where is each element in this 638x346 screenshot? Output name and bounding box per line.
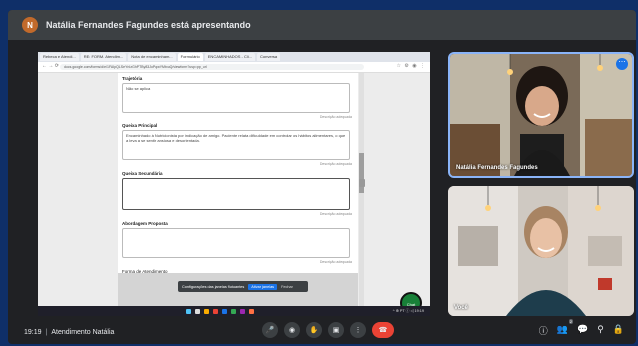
field-note: Descrição adequada: [319, 162, 352, 166]
browser-tab-strip: Rebeca e Atendi... RE: FORM. Atendim... …: [38, 52, 430, 62]
toast-dismiss-button[interactable]: Fechar: [281, 285, 293, 289]
app-icon[interactable]: [231, 308, 236, 314]
form-scrollbar[interactable]: [359, 73, 364, 306]
presenter-avatar: N: [22, 17, 38, 33]
participant-options-button[interactable]: ⋯: [616, 58, 628, 70]
more-options-button[interactable]: ⋮: [350, 322, 366, 338]
side-float-button[interactable]: [359, 179, 365, 187]
browser-address-bar: ← → ⟳ docs.google.com/forms/d/e/1FAIpQLS…: [38, 62, 430, 73]
shared-screen: Rebeca e Atendi... RE: FORM. Atendim... …: [38, 52, 430, 316]
present-button[interactable]: ▣: [328, 322, 344, 338]
windows-taskbar: ^ ⊕ PT ⓘ ◁ 19:19: [38, 306, 430, 316]
browser-tab[interactable]: ENCAMINHADOS - Cli...: [204, 53, 255, 61]
field-input[interactable]: Encaminhado à Nutricionista por indicaçã…: [122, 130, 350, 160]
browser-tab[interactable]: Rebeca e Atendi...: [40, 53, 79, 61]
start-icon[interactable]: [186, 308, 191, 314]
presenter-avatar-letter: N: [27, 20, 33, 30]
field-input[interactable]: [122, 228, 350, 258]
participant-tile-self[interactable]: Você: [448, 186, 634, 316]
field-note: Descrição adequada: [319, 212, 352, 216]
camera-button[interactable]: ◉: [284, 322, 300, 338]
form-viewport: Trajetória Não se aplica Descrição adequ…: [38, 73, 430, 314]
participant-name: Natália Fernandes Fagundes: [456, 165, 538, 171]
meet-window: N Natália Fernandes Fagundes está aprese…: [8, 10, 636, 344]
search-icon[interactable]: [195, 308, 200, 314]
meeting-name: Atendimento Natália: [51, 328, 115, 336]
browser-tab[interactable]: RE: FORM. Atendim...: [80, 53, 127, 61]
form-page: Trajetória Não se aplica Descrição adequ…: [118, 73, 358, 306]
toast-text: Configurações das janelas flutuantes: [182, 284, 245, 289]
participant-name: Você: [454, 305, 468, 311]
system-tray[interactable]: ^ ⊕ PT ⓘ ◁ 19:19: [393, 308, 424, 314]
browser-tab[interactable]: Conversa: [257, 53, 281, 61]
meeting-time: 19:19: [24, 328, 42, 336]
field-note: Descrição adequada: [319, 260, 352, 264]
file-explorer-icon[interactable]: [204, 308, 209, 314]
chat-icon[interactable]: 💬: [577, 324, 588, 337]
field-input[interactable]: Não se aplica: [122, 83, 350, 113]
browser-nav-icons[interactable]: ← → ⟳: [42, 63, 59, 69]
microphone-button[interactable]: 🎤: [262, 322, 278, 338]
presenter-banner-text: Natália Fernandes Fagundes está apresent…: [46, 20, 251, 30]
meeting-details: 19:19 | Atendimento Natália: [24, 328, 115, 336]
taskbar-icons: [186, 308, 254, 314]
edge-icon[interactable]: [222, 308, 227, 314]
panel-controls: ⓘ 👥 2 💬 ⚲ 🔒: [539, 319, 624, 337]
browser-tab-active[interactable]: Formulário: [177, 53, 203, 61]
field-input-focused[interactable]: [122, 178, 350, 210]
people-icon: 👥: [556, 324, 568, 334]
toast-activate-button[interactable]: Ativar janelas: [248, 283, 278, 290]
people-button[interactable]: 👥 2: [556, 319, 573, 337]
field-label: Queixa Principal: [122, 123, 158, 128]
info-icon[interactable]: ⓘ: [539, 324, 548, 337]
meeting-control-bar: 19:19 | Atendimento Natália 🎤 ◉ ✋ ▣ ⋮ ☎ ⓘ …: [8, 319, 636, 344]
presenter-banner: N Natália Fernandes Fagundes está aprese…: [8, 10, 636, 40]
call-controls: 🎤 ◉ ✋ ▣ ⋮ ☎: [262, 322, 394, 338]
field-label: Queixa Secundária: [122, 171, 163, 176]
floating-windows-toast: Configurações das janelas flutuantes Ati…: [178, 281, 308, 292]
presenter-video: [450, 54, 632, 176]
people-count-badge: 2: [568, 319, 573, 324]
self-video: [448, 186, 634, 316]
browser-extension-icons[interactable]: ☆ ⚙ ◉ ⋮: [397, 63, 427, 69]
browser-tab[interactable]: Nota de encaminham...: [128, 53, 176, 61]
chrome-icon[interactable]: [213, 308, 218, 314]
scrollbar-thumb[interactable]: [359, 153, 364, 193]
end-call-button[interactable]: ☎: [372, 322, 394, 338]
participant-tile-presenter[interactable]: ⋯ Natália Fernandes Fagundes: [448, 52, 634, 178]
field-label: Trajetória: [122, 76, 143, 81]
app-icon[interactable]: [240, 308, 245, 314]
field-label: Abordagem Proposta: [122, 221, 168, 226]
activities-icon[interactable]: ⚲: [597, 324, 604, 337]
field-note: Descrição adequada: [319, 115, 352, 119]
host-controls-icon[interactable]: 🔒: [613, 324, 624, 337]
url-field[interactable]: docs.google.com/forms/d/e/1FAIpQLSeYnIzG…: [60, 64, 364, 70]
app-icon[interactable]: [249, 308, 254, 314]
raise-hand-button[interactable]: ✋: [306, 322, 322, 338]
